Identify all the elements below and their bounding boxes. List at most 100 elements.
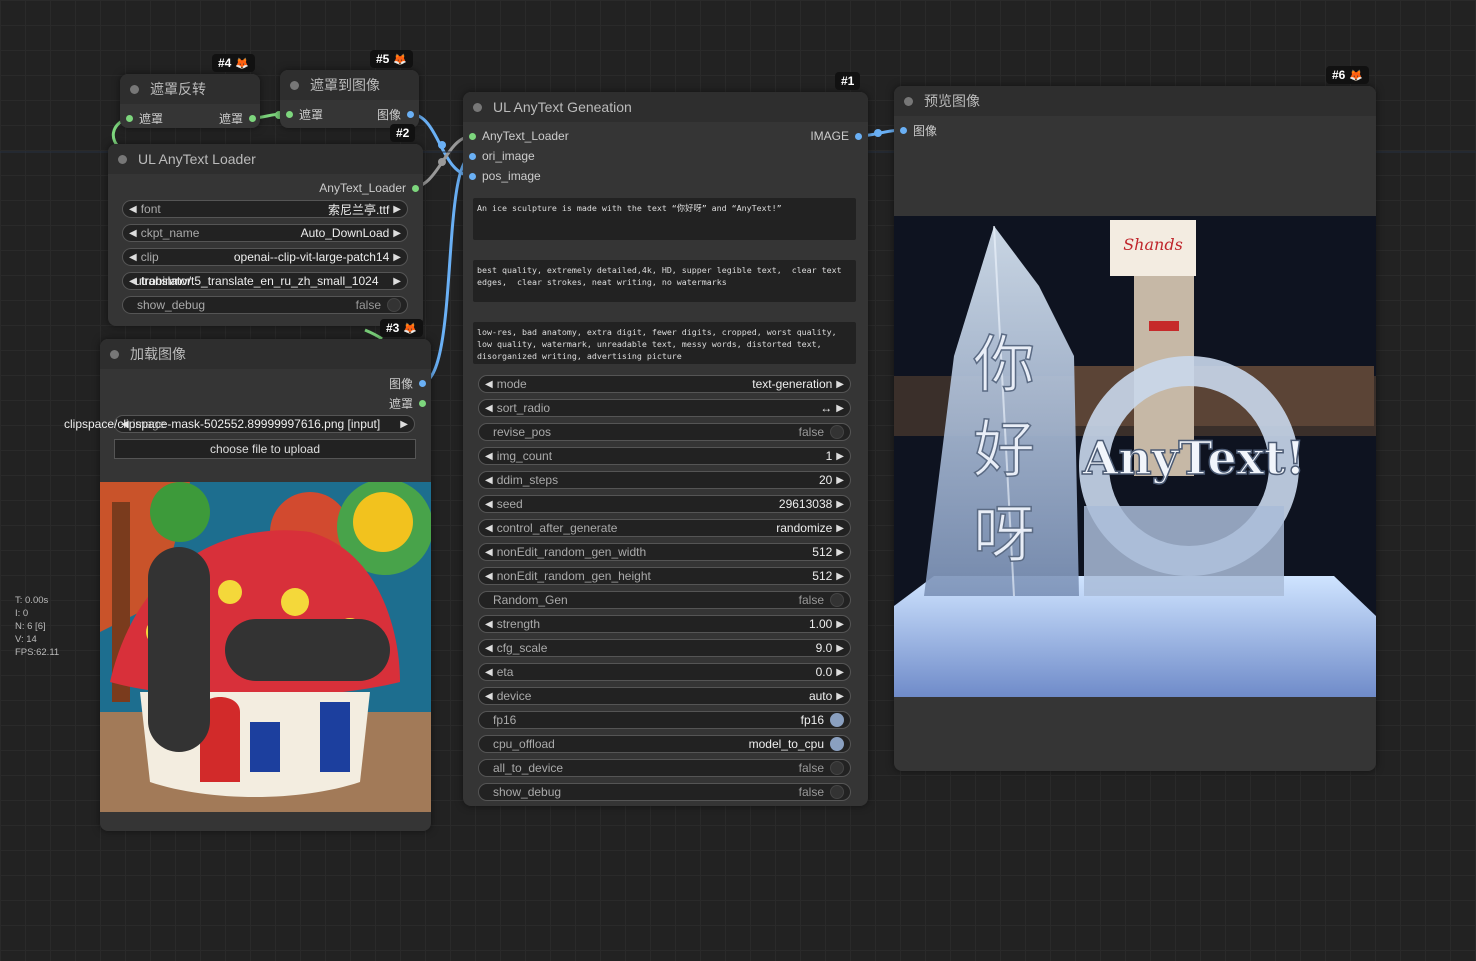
input-port-mask[interactable]: 遮罩 <box>126 110 163 126</box>
left-arrow-icon[interactable]: ◀ <box>479 667 497 678</box>
upload-button[interactable]: choose file to upload <box>114 439 416 459</box>
anytext-generation-node[interactable]: #1 UL AnyText Geneation AnyText_Loader o… <box>463 72 868 806</box>
right-arrow-icon[interactable]: ▶ <box>832 379 850 390</box>
widget-show-debug[interactable]: show_debug false <box>478 783 851 801</box>
right-arrow-icon[interactable]: ▶ <box>389 228 407 239</box>
collapse-dot-icon[interactable] <box>118 154 127 164</box>
widget-mode[interactable]: ◀ mode text-generation ▶ <box>478 375 851 393</box>
left-arrow-icon[interactable]: ◀ <box>123 228 141 239</box>
clip-combo[interactable]: ◀ clip openai--clip-vit-large-patch14 ▶ <box>122 248 408 266</box>
widget-fp16[interactable]: fp16 fp16 <box>478 711 851 729</box>
collapse-dot-icon[interactable] <box>290 80 299 90</box>
right-arrow-icon[interactable]: ▶ <box>832 451 850 462</box>
widget-nonedit-random-gen-width[interactable]: ◀ nonEdit_random_gen_width 512 ▶ <box>478 543 851 561</box>
collapse-dot-icon[interactable] <box>130 84 139 94</box>
widget-value: false <box>355 298 381 312</box>
widget-seed[interactable]: ◀ seed 29613038 ▶ <box>478 495 851 513</box>
left-arrow-icon[interactable]: ◀ <box>479 451 497 462</box>
widget-value: false <box>798 761 824 775</box>
node-title[interactable]: 遮罩反转 <box>120 74 260 104</box>
output-port-mask[interactable]: 遮罩 <box>389 395 426 411</box>
widget-nonedit-random-gen-height[interactable]: ◀ nonEdit_random_gen_height 512 ▶ <box>478 567 851 585</box>
right-arrow-icon[interactable]: ▶ <box>389 252 407 263</box>
right-arrow-icon[interactable]: ▶ <box>396 419 414 430</box>
right-arrow-icon[interactable]: ▶ <box>832 667 850 678</box>
prompt-textarea[interactable]: An ice sculpture is made with the text “… <box>473 198 856 240</box>
widget-revise-pos[interactable]: revise_pos false <box>478 423 851 441</box>
left-arrow-icon[interactable]: ◀ <box>479 499 497 510</box>
stat-line: I: 0 <box>15 608 29 619</box>
node-title[interactable]: UL AnyText Loader <box>108 144 423 174</box>
right-arrow-icon[interactable]: ▶ <box>832 691 850 702</box>
n-prompt-textarea[interactable]: low-res, bad anatomy, extra digit, fewer… <box>473 322 856 364</box>
a-prompt-textarea[interactable]: best quality, extremely detailed,4k, HD,… <box>473 260 856 302</box>
right-arrow-icon[interactable]: ▶ <box>832 403 850 414</box>
input-port-ori-image[interactable]: ori_image <box>469 148 535 164</box>
output-port-image[interactable]: 图像 <box>389 375 426 391</box>
widget-sort-radio[interactable]: ◀ sort_radio ↔ ▶ <box>478 399 851 417</box>
node-title[interactable]: 预览图像 <box>894 86 1376 116</box>
widget-control-after-generate[interactable]: ◀ control_after_generate randomize ▶ <box>478 519 851 537</box>
collapse-dot-icon[interactable] <box>904 96 913 106</box>
left-arrow-icon[interactable]: ◀ <box>479 691 497 702</box>
left-arrow-icon[interactable]: ◀ <box>479 403 497 414</box>
output-port-image[interactable]: 图像 <box>377 106 414 122</box>
right-arrow-icon[interactable]: ▶ <box>389 276 407 287</box>
widget-random-gen[interactable]: Random_Gen false <box>478 591 851 609</box>
output-port-mask[interactable]: 遮罩 <box>219 110 256 126</box>
widget-ddim-steps[interactable]: ◀ ddim_steps 20 ▶ <box>478 471 851 489</box>
widget-cpu-offload[interactable]: cpu_offload model_to_cpu <box>478 735 851 753</box>
collapse-dot-icon[interactable] <box>473 102 482 112</box>
mask-to-image-node[interactable]: #5 🦊 遮罩到图像 遮罩 图像 <box>280 50 419 128</box>
left-arrow-icon[interactable]: ◀ <box>479 619 497 630</box>
right-arrow-icon[interactable]: ▶ <box>832 619 850 630</box>
widget-device[interactable]: ◀ device auto ▶ <box>478 687 851 705</box>
left-arrow-icon[interactable]: ◀ <box>479 643 497 654</box>
widget-img-count[interactable]: ◀ img_count 1 ▶ <box>478 447 851 465</box>
ice-char-3: 呀 <box>973 498 1035 571</box>
input-port-pos-image[interactable]: pos_image <box>469 168 541 184</box>
ckpt-name-combo[interactable]: ◀ ckpt_name Auto_DownLoad ▶ <box>122 224 408 242</box>
output-port-anytext-loader[interactable]: AnyText_Loader <box>319 180 419 196</box>
left-arrow-icon[interactable]: ◀ <box>479 379 497 390</box>
input-port-mask[interactable]: 遮罩 <box>286 106 323 122</box>
widget-all-to-device[interactable]: all_to_device false <box>478 759 851 777</box>
node-title[interactable]: 加载图像 <box>100 339 431 369</box>
input-port-anytext-loader[interactable]: AnyText_Loader <box>469 128 569 144</box>
left-arrow-icon[interactable]: ◀ <box>479 475 497 486</box>
node-title[interactable]: UL AnyText Geneation <box>463 92 868 122</box>
widget-eta[interactable]: ◀ eta 0.0 ▶ <box>478 663 851 681</box>
mask-invert-node[interactable]: #4 🦊 遮罩反转 遮罩 遮罩 <box>120 54 260 128</box>
preview-image-node[interactable]: #6 🦊 预览图像 图像 Shands 你 好 呀 AnyText! <box>894 66 1376 771</box>
collapse-dot-icon[interactable] <box>110 349 119 359</box>
anytext-loader-node[interactable]: #2 UL AnyText Loader AnyText_Loader ◀ fon… <box>108 124 423 326</box>
right-arrow-icon[interactable]: ▶ <box>832 547 850 558</box>
left-arrow-icon[interactable]: ◀ <box>123 204 141 215</box>
node-title[interactable]: 遮罩到图像 <box>280 70 419 100</box>
translator-combo[interactable]: ◀ translator utrobinmv/t5_translate_en_ru_… <box>122 272 408 290</box>
widget-label: img_count <box>496 449 553 463</box>
toggle-indicator <box>830 737 844 751</box>
show-debug-toggle[interactable]: show_debug false <box>122 296 408 314</box>
stat-line: N: 6 [6] <box>15 621 46 632</box>
right-arrow-icon[interactable]: ▶ <box>832 475 850 486</box>
left-arrow-icon[interactable]: ◀ <box>123 252 141 263</box>
load-image-node[interactable]: #3 🦊 加载图像 图像 遮罩 ◀ image ▶ clipspace/clipspa… <box>64 319 431 831</box>
left-arrow-icon[interactable]: ◀ <box>479 547 497 558</box>
font-combo[interactable]: ◀ font 索尼兰亭.ttf ▶ <box>122 200 408 218</box>
right-arrow-icon[interactable]: ▶ <box>832 523 850 534</box>
widget-value: false <box>798 593 824 607</box>
left-arrow-icon[interactable]: ◀ <box>479 523 497 534</box>
left-arrow-icon[interactable]: ◀ <box>479 571 497 582</box>
port-label: 遮罩 <box>139 111 164 126</box>
right-arrow-icon[interactable]: ▶ <box>389 204 407 215</box>
widget-cfg-scale[interactable]: ◀ cfg_scale 9.0 ▶ <box>478 639 851 657</box>
right-arrow-icon[interactable]: ▶ <box>832 571 850 582</box>
input-port-image[interactable]: 图像 <box>900 122 937 138</box>
widget-strength[interactable]: ◀ strength 1.00 ▶ <box>478 615 851 633</box>
widget-value: text-generation <box>752 377 833 391</box>
right-arrow-icon[interactable]: ▶ <box>832 643 850 654</box>
widget-label: mode <box>496 377 527 391</box>
output-port-image[interactable]: IMAGE <box>810 128 862 144</box>
right-arrow-icon[interactable]: ▶ <box>832 499 850 510</box>
